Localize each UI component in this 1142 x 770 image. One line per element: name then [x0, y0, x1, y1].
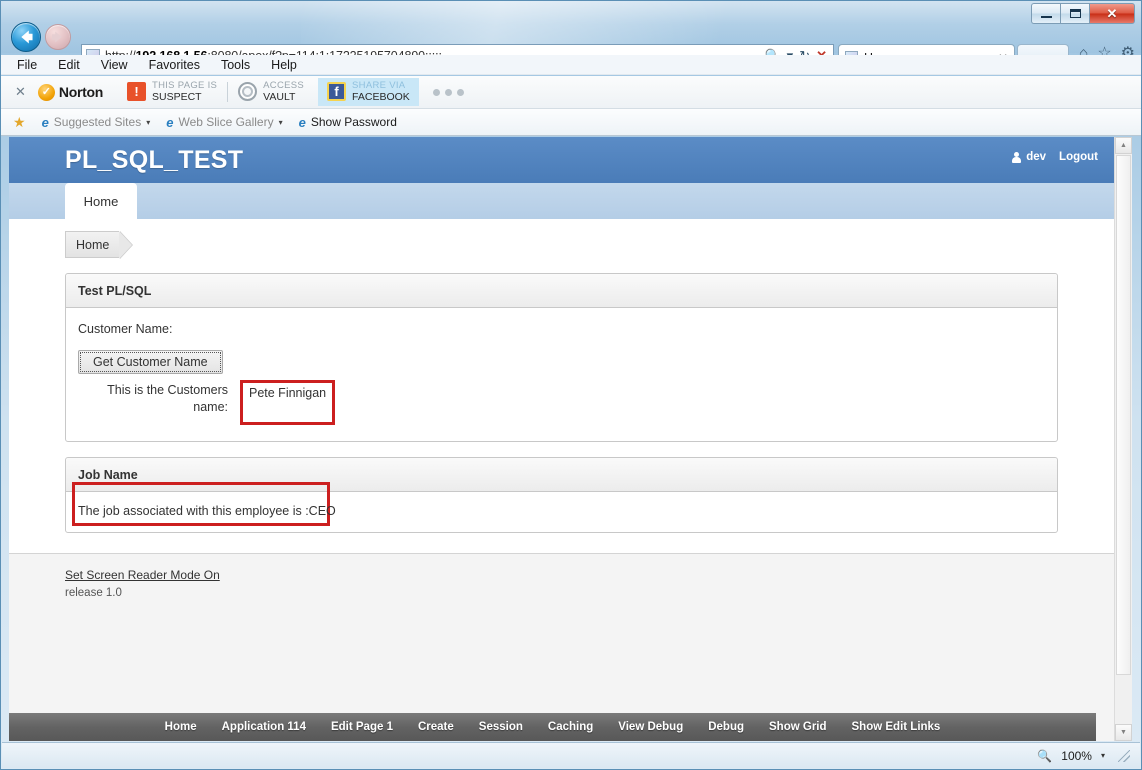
- ie-icon: e: [166, 114, 174, 130]
- back-button[interactable]: [11, 22, 41, 52]
- norton-overflow-icon[interactable]: [432, 88, 464, 96]
- dev-show-grid[interactable]: Show Grid: [769, 721, 827, 733]
- region-test-plsql: Test PL/SQL Customer Name: Get Customer …: [65, 273, 1058, 442]
- menu-help[interactable]: Help: [271, 58, 297, 72]
- region-job-name: Job Name The job associated with this em…: [65, 457, 1058, 533]
- zoom-caret-icon[interactable]: ▾: [1101, 751, 1105, 760]
- region-body: Customer Name: Get Customer Name This is…: [66, 308, 1057, 441]
- add-favorite-star-icon[interactable]: ★: [13, 114, 26, 131]
- chevron-down-icon[interactable]: ▾: [279, 118, 283, 127]
- vault-line2: VAULT: [263, 91, 296, 104]
- zoom-magnifier-icon[interactable]: 🔍: [1037, 749, 1052, 763]
- favorite-web-slice-gallery[interactable]: e Web Slice Gallery ▾: [160, 115, 288, 129]
- vault-line1: ACCESS: [263, 79, 305, 91]
- dev-caching[interactable]: Caching: [548, 721, 593, 733]
- norton-share-facebook-item[interactable]: f SHARE VIA FACEBOOK: [318, 77, 419, 107]
- forward-button[interactable]: [45, 24, 71, 50]
- menu-edit[interactable]: Edit: [58, 58, 80, 72]
- dev-edit-page-1[interactable]: Edit Page 1: [331, 721, 393, 733]
- screen-reader-mode-link[interactable]: Set Screen Reader Mode On: [65, 568, 220, 582]
- vault-icon: [238, 82, 258, 102]
- user-area: dev Logout: [1012, 151, 1098, 163]
- scrollbar-thumb[interactable]: [1116, 155, 1131, 675]
- job-text: The job associated with this employee is…: [78, 504, 336, 518]
- resize-grip[interactable]: [1118, 749, 1130, 762]
- current-user[interactable]: dev: [1012, 151, 1046, 163]
- back-arrow-icon: [21, 30, 33, 44]
- facebook-icon: f: [327, 82, 347, 102]
- breadcrumb[interactable]: Home: [65, 231, 120, 258]
- ie-icon: e: [298, 114, 306, 130]
- region-title: Test PL/SQL: [66, 274, 1057, 308]
- app-title: PL_SQL_TEST: [65, 145, 244, 174]
- browser-window: ✕ http://192.168.1.56:8080/apex/f?p=114:…: [0, 0, 1142, 770]
- norton-logo[interactable]: ✓ Norton: [37, 83, 103, 101]
- favorite-label: Web Slice Gallery: [178, 115, 274, 129]
- favorite-suggested-sites[interactable]: e Suggested Sites ▾: [36, 115, 157, 129]
- norton-close-icon[interactable]: ✕: [15, 84, 26, 100]
- norton-toolbar: ✕ ✓ Norton ! THIS PAGE IS SUSPECT ACCESS…: [1, 76, 1141, 109]
- status-bar: 🔍 100% ▾: [2, 742, 1140, 768]
- norton-access-vault-item[interactable]: ACCESS VAULT: [228, 79, 314, 104]
- favorites-bar: ★ e Suggested Sites ▾ e Web Slice Galler…: [1, 109, 1141, 136]
- dev-show-edit-links[interactable]: Show Edit Links: [852, 721, 941, 733]
- forward-arrow-icon: [52, 31, 62, 43]
- developer-toolbar: Home Application 114 Edit Page 1 Create …: [9, 713, 1096, 741]
- dev-debug[interactable]: Debug: [708, 721, 744, 733]
- suspect-line2: SUSPECT: [151, 91, 202, 104]
- dev-application-114[interactable]: Application 114: [222, 721, 306, 733]
- release-label: release 1.0: [65, 587, 122, 599]
- region-body: The job associated with this employee is…: [66, 482, 1057, 532]
- customer-result-label: This is the Customers name:: [107, 383, 228, 414]
- menu-view[interactable]: View: [101, 58, 128, 72]
- page-viewport: PL_SQL_TEST dev Logout Home Home Test PL…: [9, 137, 1132, 741]
- browser-navigation-bar: http://192.168.1.56:8080/apex/f?p=114:1:…: [1, 19, 1141, 70]
- favorite-label: Suggested Sites: [53, 115, 142, 129]
- logout-link[interactable]: Logout: [1059, 151, 1098, 163]
- region-title: Job Name: [66, 458, 1057, 492]
- customer-result-row: This is the Customers name: Pete Finniga…: [78, 380, 1045, 425]
- menu-file[interactable]: File: [17, 58, 37, 72]
- chevron-down-icon[interactable]: ▾: [146, 118, 150, 127]
- app-header: PL_SQL_TEST dev Logout: [9, 137, 1114, 183]
- user-name: dev: [1026, 151, 1047, 163]
- norton-page-suspect-item[interactable]: ! THIS PAGE IS SUSPECT: [117, 79, 227, 104]
- dev-session[interactable]: Session: [479, 721, 523, 733]
- customer-result-value: Pete Finnigan: [240, 380, 336, 425]
- customer-name-label: Customer Name:: [78, 322, 173, 336]
- norton-check-icon: ✓: [37, 83, 55, 101]
- scroll-up-arrow-icon[interactable]: ▲: [1115, 137, 1132, 154]
- ie-icon: e: [41, 114, 49, 130]
- dev-create[interactable]: Create: [418, 721, 454, 733]
- person-icon: [1012, 151, 1022, 163]
- facebook-line1: SHARE VIA: [352, 79, 406, 91]
- menu-favorites[interactable]: Favorites: [149, 58, 200, 72]
- favorite-show-password[interactable]: e Show Password: [293, 115, 403, 129]
- scroll-down-arrow-icon[interactable]: ▼: [1115, 724, 1132, 741]
- favorite-label: Show Password: [310, 115, 397, 129]
- apex-page: PL_SQL_TEST dev Logout Home Home Test PL…: [9, 137, 1114, 741]
- app-tab-row: Home: [9, 183, 1114, 219]
- page-scrollbar[interactable]: ▲ ▼: [1114, 137, 1132, 741]
- dev-view-debug[interactable]: View Debug: [618, 721, 683, 733]
- menu-tools[interactable]: Tools: [221, 58, 250, 72]
- tab-home-app[interactable]: Home: [65, 183, 137, 219]
- facebook-line2: FACEBOOK: [352, 91, 410, 104]
- warning-icon: !: [126, 82, 146, 102]
- dev-home[interactable]: Home: [165, 721, 197, 733]
- menu-bar: File Edit View Favorites Tools Help: [1, 55, 1141, 75]
- suspect-line1: THIS PAGE IS: [151, 79, 218, 91]
- norton-brand-label: Norton: [58, 84, 103, 100]
- get-customer-name-button[interactable]: Get Customer Name: [78, 350, 223, 374]
- zoom-level: 100%: [1061, 748, 1092, 763]
- job-text-wrapper: The job associated with this employee is…: [66, 482, 1057, 532]
- breadcrumb-row: Home: [9, 219, 1114, 258]
